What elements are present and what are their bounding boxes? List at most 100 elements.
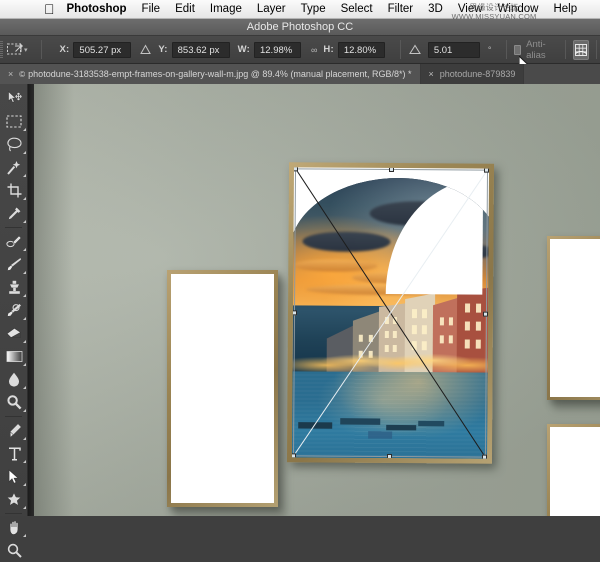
app-title: Adobe Photoshop CC — [246, 21, 354, 33]
options-divider-3 — [506, 40, 508, 59]
options-bar: ▾ X: 505.27 px Y: 853.62 px W: 12.98% ∞ … — [0, 36, 600, 64]
menu-item-photoshop[interactable]: Photoshop — [67, 3, 127, 15]
apple-icon[interactable]:  — [44, 2, 55, 16]
h-label: H: — [323, 44, 334, 55]
menu-item-help[interactable]: Help — [553, 3, 577, 15]
tool-more-indicator — [23, 483, 26, 486]
tool-more-indicator — [23, 506, 26, 509]
eyedropper-tool[interactable] — [0, 202, 28, 225]
document-tab-2-label: photodune-879839 — [439, 69, 516, 79]
link-chain-icon[interactable]: ∞ — [311, 45, 317, 55]
options-divider-2 — [399, 40, 401, 59]
y-label: Y: — [158, 44, 168, 55]
gradient-tool[interactable] — [0, 345, 28, 368]
menu-item-filter[interactable]: Filter — [388, 3, 414, 15]
custom-shape-tool[interactable] — [0, 488, 28, 511]
chevron-down-icon[interactable]: ▾ — [24, 46, 28, 54]
dodge-tool[interactable] — [0, 391, 28, 414]
menu-item-type[interactable]: Type — [301, 3, 326, 15]
tool-more-indicator — [23, 460, 26, 463]
spot-healing-brush-tool[interactable] — [0, 230, 28, 253]
tool-more-indicator — [23, 409, 26, 412]
placed-photo-mat — [291, 167, 490, 459]
close-icon[interactable]: × — [429, 69, 434, 79]
menu-item-window[interactable]: Window — [498, 3, 539, 15]
document-canvas[interactable] — [28, 84, 600, 516]
delta-triangle-icon[interactable] — [140, 44, 152, 55]
tool-more-indicator — [23, 363, 26, 366]
menu-item-3d[interactable]: 3D — [428, 3, 443, 15]
tool-more-indicator — [23, 174, 26, 177]
menu-item-edit[interactable]: Edit — [175, 3, 195, 15]
brush-tool[interactable] — [0, 253, 28, 276]
clone-stamp-tool[interactable] — [0, 276, 28, 299]
tool-more-indicator — [23, 220, 26, 223]
lasso-tool[interactable] — [0, 133, 28, 156]
placed-venice-photo[interactable] — [291, 177, 490, 459]
menu-item-select[interactable]: Select — [341, 3, 373, 15]
magic-wand-tool[interactable] — [0, 156, 28, 179]
move-tool[interactable] — [0, 87, 28, 110]
path-selection-tool[interactable] — [0, 465, 28, 488]
degree-symbol: ° — [487, 44, 492, 55]
rectangular-marquee-tool[interactable] — [0, 110, 28, 133]
tool-more-indicator — [23, 197, 26, 200]
close-icon[interactable]: × — [8, 69, 13, 79]
tool-more-indicator — [23, 317, 26, 320]
empty-frame-right-bottom[interactable] — [547, 424, 600, 516]
zoom-tool[interactable] — [0, 539, 28, 562]
document-tab-1-label: photodune-3183538-empt-frames-on-gallery… — [28, 69, 412, 79]
transform-handle-top-right — [483, 167, 490, 173]
tool-more-indicator — [23, 437, 26, 440]
photoshop-window:  Photoshop File Edit Image Layer Type S… — [0, 0, 600, 558]
toolbox-divider-3 — [5, 513, 22, 514]
tool-more-indicator — [23, 294, 26, 297]
menu-item-view[interactable]: View — [458, 3, 483, 15]
tool-more-indicator — [23, 534, 26, 537]
options-bar-grip[interactable] — [0, 36, 3, 64]
document-tab-2[interactable]: × photodune-879839 — [420, 64, 525, 84]
angle-icon[interactable] — [408, 44, 421, 55]
options-divider-4 — [565, 40, 566, 59]
toolbox-divider-2 — [5, 416, 22, 417]
document-tab-bar: × © photodune-3183538-empt-frames-on-gal… — [0, 64, 600, 84]
blur-tool[interactable] — [0, 368, 28, 391]
y-input[interactable]: 853.62 px — [171, 41, 230, 58]
angle-input[interactable]: 5.01 — [427, 41, 480, 58]
reference-point-grid[interactable] — [49, 41, 51, 59]
x-input[interactable]: 505.27 px — [73, 41, 132, 58]
anti-alias-checkbox[interactable] — [514, 44, 522, 55]
empty-frame-right-top[interactable] — [547, 236, 600, 400]
menu-item-layer[interactable]: Layer — [257, 3, 286, 15]
tool-more-indicator — [23, 248, 26, 251]
options-divider-5 — [596, 40, 597, 59]
frame-right-top-mat — [550, 239, 600, 397]
toolbox-divider-1 — [5, 227, 22, 228]
crop-tool[interactable] — [0, 179, 28, 202]
history-brush-tool[interactable] — [0, 299, 28, 322]
tool-more-indicator — [23, 271, 26, 274]
transform-handle-top-left — [292, 167, 299, 172]
options-divider-1 — [40, 40, 42, 59]
empty-frame-left[interactable] — [167, 270, 278, 507]
document-tab-1[interactable]: × © photodune-3183538-empt-frames-on-gal… — [0, 64, 421, 84]
free-transform-icon[interactable] — [6, 39, 23, 61]
tool-more-indicator — [23, 340, 26, 343]
menu-item-image[interactable]: Image — [210, 3, 242, 15]
menu-item-file[interactable]: File — [142, 3, 161, 15]
copyright-icon: © — [19, 69, 26, 79]
transform-handle-top-center — [388, 167, 395, 173]
width-input[interactable]: 12.98% — [253, 41, 301, 58]
hand-tool[interactable] — [0, 516, 28, 539]
type-tool[interactable] — [0, 442, 28, 465]
eraser-tool[interactable] — [0, 322, 28, 345]
height-input[interactable]: 12.80% — [337, 41, 385, 58]
frame-right-bottom-mat — [550, 427, 600, 516]
tool-more-indicator — [23, 128, 26, 131]
warp-toggle-icon[interactable] — [573, 39, 589, 60]
photo-boats — [298, 417, 445, 439]
pen-tool[interactable] — [0, 419, 28, 442]
tool-more-indicator — [23, 151, 26, 154]
placed-photo-group[interactable] — [286, 162, 495, 464]
tool-more-indicator — [23, 386, 26, 389]
